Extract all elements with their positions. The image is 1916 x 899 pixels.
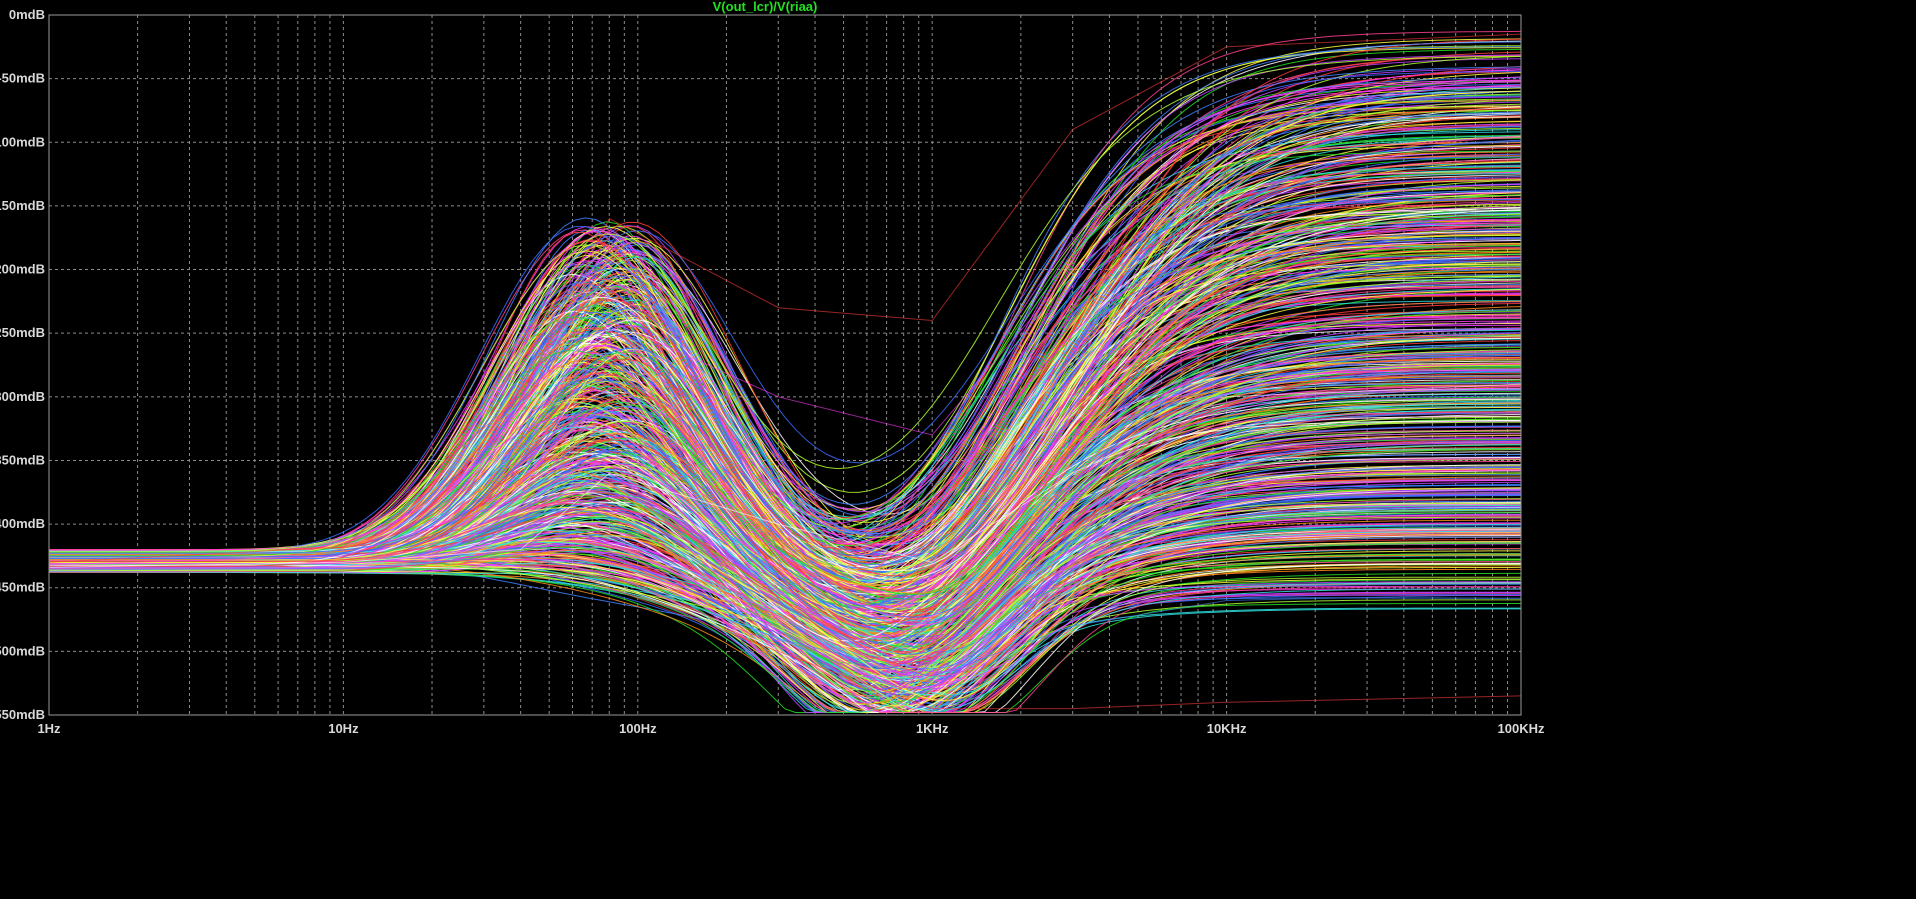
chart: 0mdB -50mdB -100mdB -150mdB -200mdB -250mdB -3…	[0, 0, 1916, 899]
y-tick-label: -100mdB	[0, 134, 45, 149]
plot-window: 0mdB -50mdB -100mdB -150mdB -200mdB -250mdB -3…	[0, 0, 1916, 899]
x-tick-label: 1KHz	[916, 721, 949, 736]
y-tick-label: -150mdB	[0, 198, 45, 213]
y-tick-label: -50mdB	[0, 71, 45, 86]
y-tick-label: -400mdB	[0, 516, 45, 531]
y-tick-label: 0mdB	[9, 7, 45, 22]
x-tick-label: 100Hz	[619, 721, 657, 736]
y-tick-label: -350mdB	[0, 452, 45, 467]
x-tick-label: 10KHz	[1207, 721, 1247, 736]
x-tick-label: 10Hz	[328, 721, 359, 736]
y-tick-label: -250mdB	[0, 325, 45, 340]
y-tick-label: -550mdB	[0, 707, 45, 722]
y-tick-label: -300mdB	[0, 389, 45, 404]
x-tick-label: 1Hz	[37, 721, 61, 736]
y-tick-label: -500mdB	[0, 643, 45, 658]
x-tick-label: 100KHz	[1498, 721, 1545, 736]
y-tick-label: -200mdB	[0, 262, 45, 277]
chart-title: V(out_lcr)/V(riaa)	[713, 0, 818, 14]
y-tick-label: -450mdB	[0, 580, 45, 595]
